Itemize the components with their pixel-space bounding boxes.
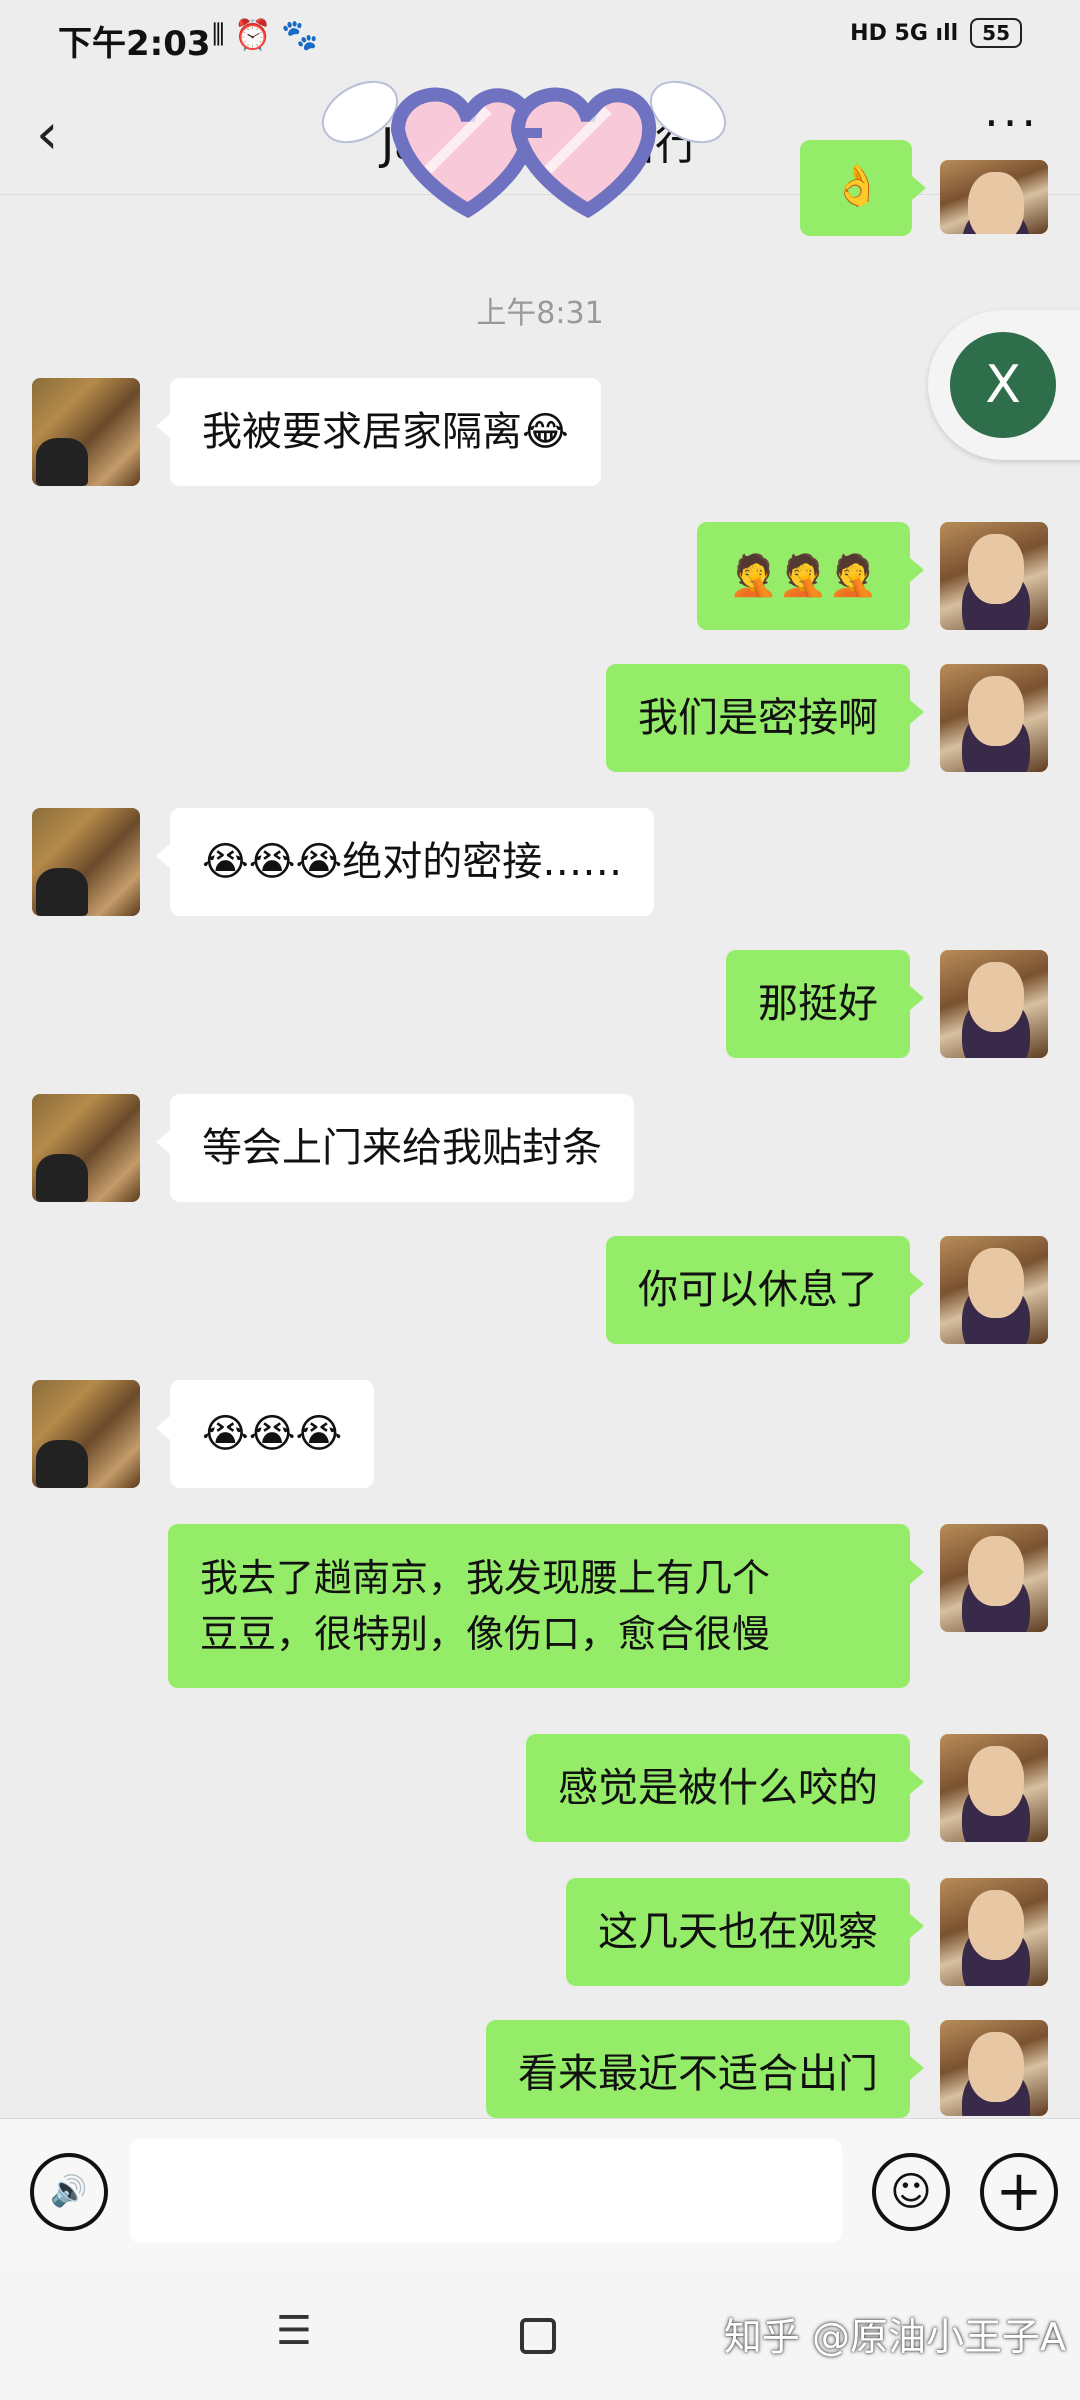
battery-icon: 55 — [970, 18, 1022, 48]
avatar[interactable] — [940, 522, 1048, 630]
add-icon[interactable]: + — [980, 2153, 1058, 2231]
avatar[interactable] — [32, 1094, 140, 1202]
status-icons: ⫴ ⏰ 🐾 — [212, 18, 319, 53]
message-bubble[interactable]: 我去了趟南京，我发现腰上有几个 豆豆，很特别，像伤口，愈合很慢 — [168, 1524, 924, 1688]
message-input[interactable] — [130, 2139, 842, 2243]
home-icon[interactable] — [520, 2318, 556, 2354]
avatar[interactable] — [32, 808, 140, 916]
avatar[interactable] — [940, 664, 1048, 772]
avatar[interactable] — [940, 160, 1048, 234]
avatar[interactable] — [940, 2020, 1048, 2116]
avatar[interactable] — [940, 1878, 1048, 1986]
voice-input-icon[interactable]: 🔊 — [30, 2153, 108, 2231]
message-timestamp: 上午8:31 — [476, 296, 604, 331]
floating-close-icon[interactable]: X — [950, 332, 1056, 438]
message-bubble[interactable]: 这几天也在观察 — [566, 1878, 924, 1986]
message-bubble[interactable]: 那挺好 — [726, 950, 924, 1058]
avatar[interactable] — [32, 1380, 140, 1488]
message-bubble[interactable]: 等会上门来给我贴封条 — [156, 1094, 634, 1202]
heart-glasses-sticker — [322, 80, 726, 218]
message-bubble[interactable]: 👌 — [800, 140, 926, 236]
avatar[interactable] — [940, 950, 1048, 1058]
message-bubble[interactable]: 看来最近不适合出门 — [486, 2020, 924, 2118]
system-nav-bar: ☰ 知乎 @原油小王子A — [0, 2270, 1080, 2400]
message-bubble[interactable]: 我被要求居家隔离😂 — [156, 378, 601, 486]
message-bubble[interactable]: 我们是密接啊 — [606, 664, 924, 772]
more-options-icon[interactable]: ··· — [984, 96, 1040, 150]
avatar[interactable] — [940, 1524, 1048, 1632]
watermark: 知乎 @原油小王子A — [723, 2315, 1066, 2359]
emoji-icon[interactable]: ☺ — [872, 2153, 950, 2231]
message-bubble[interactable]: 😭😭😭绝对的密接…… — [155, 808, 655, 916]
avatar[interactable] — [940, 1734, 1048, 1842]
message-bubble[interactable]: 你可以休息了 — [606, 1236, 924, 1344]
network-indicator: HD 5G ıll — [850, 20, 959, 46]
input-bar: 🔊 ☺ + — [0, 2118, 1080, 2271]
avatar[interactable] — [940, 1236, 1048, 1344]
message-bubble[interactable]: 😭😭😭 — [155, 1380, 375, 1488]
avatar[interactable] — [32, 378, 140, 486]
message-bubble[interactable]: 感觉是被什么咬的 — [526, 1734, 924, 1842]
status-bar: 下午2:03 ⫴ ⏰ 🐾 HD 5G ıll 55 — [0, 0, 1080, 76]
message-bubble[interactable]: 🤦🤦🤦 — [696, 522, 925, 630]
menu-icon[interactable]: ☰ — [276, 2308, 312, 2354]
floating-close-button[interactable]: X — [928, 310, 1080, 460]
status-right: HD 5G ıll 55 — [850, 18, 1022, 48]
status-time: 下午2:03 — [58, 24, 211, 64]
